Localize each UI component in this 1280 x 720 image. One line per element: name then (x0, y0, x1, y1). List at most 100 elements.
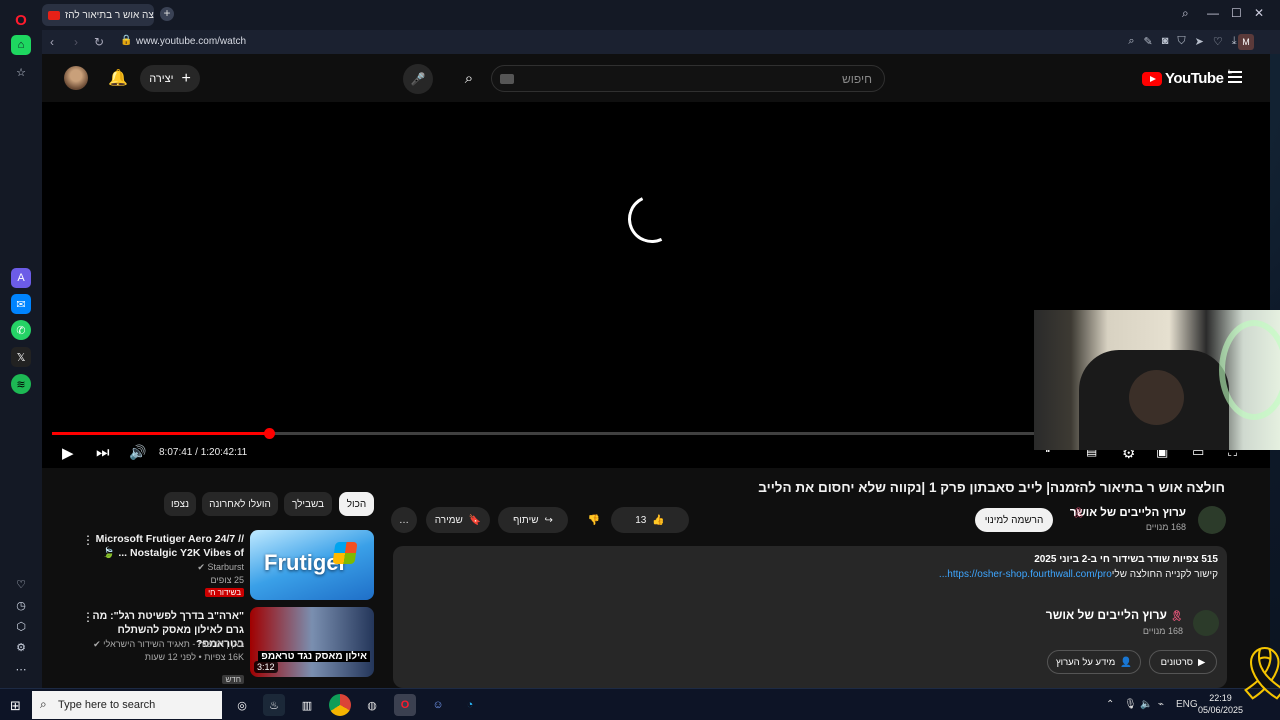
chip-for-you[interactable]: בשבילך (284, 492, 332, 516)
chip-all[interactable]: הכול (339, 492, 374, 516)
channel-name[interactable]: כאן | חדשות - תאגיד השידור הישראלי ✔ (93, 639, 244, 650)
description-channel-avatar[interactable] (1193, 610, 1219, 636)
heart-icon[interactable]: ♡ (1213, 35, 1223, 48)
play-icon[interactable]: ▶ (62, 444, 74, 462)
speaker-tray-icon[interactable]: 🔈 (1140, 699, 1152, 710)
messenger-icon[interactable]: ✉ (11, 294, 31, 314)
channel-name[interactable]: ערוץ הלייבים של אושר (1070, 507, 1186, 519)
app-icon-2[interactable]: ◍ (361, 694, 383, 716)
browser-tab[interactable]: חולצה אוש ר בתיאור להז (42, 4, 154, 26)
edit-icon[interactable]: ✎ (1143, 35, 1152, 48)
dislike-button[interactable]: 👎 (577, 507, 611, 533)
chip-recently-uploaded[interactable]: הועלו לאחרונה (202, 492, 278, 516)
discord-icon[interactable]: ☺ (427, 694, 449, 716)
network-tray-icon[interactable]: ⌁ (1158, 699, 1164, 710)
ribbon-icon: 🎗 (1170, 611, 1183, 622)
youtube-play-icon (1142, 71, 1162, 86)
microphone-icon: 🎤 (410, 72, 426, 86)
mic-tray-icon[interactable]: 🎙 (1124, 699, 1137, 710)
profile-avatar[interactable]: M (1238, 34, 1254, 50)
taskbar-search-input[interactable]: ⌕ Type here to search (32, 691, 222, 719)
video-thumbnail[interactable]: אילון מאסק נגד טראמפ 3:12 (250, 607, 374, 677)
history-icon[interactable]: ◷ (11, 595, 31, 615)
notifications-bell-icon[interactable]: 🔔 (108, 68, 128, 88)
search-tabs-icon[interactable]: ⌕ (1182, 6, 1189, 21)
avatar[interactable] (64, 66, 88, 90)
taskview-icon[interactable]: ◎ (231, 694, 253, 716)
camera-icon[interactable]: ◙ (1162, 35, 1169, 48)
save-button[interactable]: שמירה 🔖 (426, 507, 490, 533)
shield-icon[interactable]: ⛉ (1177, 35, 1185, 48)
search-button[interactable]: ⌕ (450, 65, 488, 92)
like-button[interactable]: 13 👍 (611, 507, 689, 533)
whatsapp-icon[interactable]: ✆ (11, 320, 31, 340)
home-icon[interactable]: ⌂ (11, 35, 31, 55)
chrome-icon[interactable] (329, 694, 351, 716)
reload-icon[interactable]: ↻ (94, 35, 104, 49)
taskbar: ⊞ ⌕ Type here to search ◎ ♨ ▥ ◍ O ☺ ◔ ⌃ … (0, 688, 1280, 720)
maximize-button[interactable]: ☐ (1231, 6, 1242, 20)
share-arrow-icon: ↪ (544, 514, 553, 526)
forward-icon[interactable]: › (74, 35, 78, 49)
cube-icon[interactable]: ⬡ (11, 616, 31, 636)
spotify-icon[interactable]: ≋ (11, 374, 31, 394)
voice-search-button[interactable]: 🎤 (403, 64, 433, 94)
more-actions-button[interactable]: … (391, 507, 417, 533)
next-icon[interactable]: ⏭ (96, 444, 110, 461)
subscribe-button[interactable]: הרשמה למינוי (975, 508, 1053, 532)
url-field[interactable]: www.youtube.com/watch (136, 36, 246, 47)
loading-spinner-icon (621, 188, 683, 250)
minimize-button[interactable]: — (1207, 6, 1219, 20)
chip-watched[interactable]: נצפו (164, 492, 196, 516)
zoom-icon[interactable]: ⌕ (1128, 35, 1134, 48)
list-item[interactable]: אילון מאסק נגד טראמפ 3:12 "ארה"ב בדרך לפ… (82, 607, 374, 684)
videos-label: סרטונים (1160, 656, 1194, 668)
send-icon[interactable]: ➤ (1195, 35, 1204, 48)
back-icon[interactable]: ‹ (50, 35, 54, 49)
volume-icon[interactable]: 🔊 (129, 444, 146, 461)
scrubber-handle[interactable] (264, 428, 276, 439)
play-square-icon: ▶ (1198, 656, 1206, 668)
duration-badge: 3:12 (254, 661, 278, 673)
about-channel-button[interactable]: מידע על הערוץ 👤 (1047, 650, 1141, 674)
aria-icon[interactable]: A (11, 268, 31, 288)
description-box[interactable]: 515 צפיות שודר בשידור חי ב-2 ביוני 2025 … (393, 546, 1227, 688)
settings-icon[interactable]: ⚙ (11, 637, 31, 657)
opera-logo-icon[interactable]: O (11, 10, 31, 30)
keyboard-icon[interactable] (500, 74, 514, 84)
webcam-overlay (1034, 310, 1280, 450)
search-icon: ⌕ (40, 697, 47, 711)
opera-taskbar-icon[interactable]: O (394, 694, 416, 716)
search-icon: ⌕ (464, 70, 474, 87)
list-item[interactable]: Frutiger Microsoft Frutiger Aero 24/7 //… (82, 530, 374, 600)
thumbs-up-icon: 👍 (652, 514, 665, 526)
heart-icon[interactable]: ♡ (11, 574, 31, 594)
description-link[interactable]: https://osher-shop.fourthwall.com/pro... (939, 569, 1112, 580)
videos-button[interactable]: סרטונים ▶ (1149, 650, 1217, 674)
more-options-icon[interactable]: ⋮ (82, 610, 94, 624)
video-thumbnail[interactable]: Frutiger (250, 530, 374, 600)
description-channel-name[interactable]: 🎗 ערוץ הלייבים של אושר (1046, 608, 1183, 622)
video-title[interactable]: Microsoft Frutiger Aero 24/7 // Nostalgi… (88, 532, 244, 560)
language-indicator[interactable]: ENG (1176, 699, 1198, 710)
youtube-logo[interactable]: YouTube IL (1142, 70, 1232, 87)
star-icon[interactable]: ☆ (11, 62, 31, 82)
more-icon[interactable]: ⋯ (11, 659, 31, 679)
steam-icon[interactable]: ♨ (263, 694, 285, 716)
x-twitter-icon[interactable]: 𝕏 (11, 347, 31, 367)
guide-menu-icon[interactable] (1228, 71, 1242, 83)
search-input[interactable]: חיפוש (491, 65, 885, 92)
tab-bar: חולצה אוש ר בתיאור להז + ⌕ — ☐ ✕ (42, 0, 1280, 30)
download-icon[interactable]: ⤓ (1232, 35, 1237, 48)
create-button[interactable]: יצירה + (140, 65, 200, 92)
app-icon-3[interactable]: ◔ (459, 694, 481, 716)
close-window-button[interactable]: ✕ (1254, 6, 1264, 20)
channel-avatar[interactable] (1198, 506, 1226, 534)
windows-start-icon[interactable]: ⊞ (10, 698, 21, 714)
app-icon[interactable]: ▥ (296, 694, 318, 716)
new-tab-button[interactable]: + (160, 7, 174, 21)
share-button[interactable]: שיתוף ↪ (498, 507, 568, 533)
more-options-icon[interactable]: ⋮ (82, 533, 94, 547)
channel-name[interactable]: Starburst ✔ (197, 562, 244, 573)
tray-chevron-icon[interactable]: ⌃ (1106, 699, 1114, 710)
